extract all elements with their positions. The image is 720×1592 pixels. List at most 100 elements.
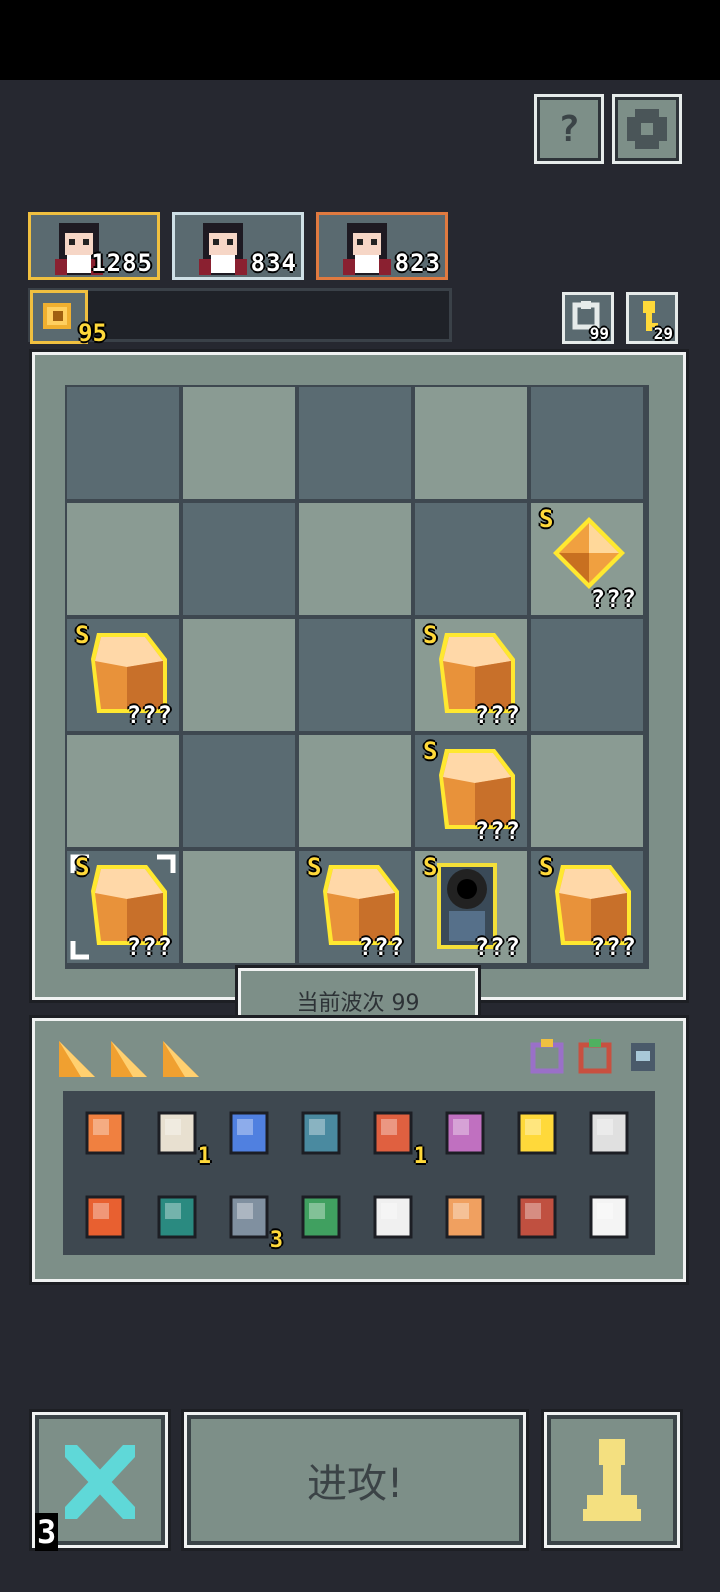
inventory-item[interactable]: 3 [221, 1189, 283, 1253]
inventory-item[interactable] [437, 1189, 493, 1245]
cancel-button[interactable]: 3 [32, 1412, 168, 1551]
coin-slot[interactable]: 95 [30, 290, 107, 347]
board-cell[interactable] [531, 619, 643, 731]
key-slot[interactable]: 29 [626, 292, 678, 344]
hero-face-icon [199, 223, 247, 275]
fox-charm-icon [517, 1111, 557, 1155]
mirror-icon [301, 1111, 341, 1155]
hero-portrait-3[interactable]: 823 [316, 212, 448, 280]
board-cell[interactable] [531, 387, 643, 499]
attack-label: 进攻! [306, 1461, 404, 1507]
dagger-small-icon [589, 1111, 629, 1155]
helmet-icon[interactable] [623, 1037, 663, 1077]
inventory-item[interactable]: 1 [149, 1105, 211, 1169]
table-icon [157, 1195, 197, 1239]
grade-badge: S [307, 853, 322, 881]
board-cell[interactable] [67, 735, 179, 847]
board-cell[interactable] [299, 387, 411, 499]
vase-icon [589, 1195, 629, 1239]
inventory-item[interactable] [293, 1105, 349, 1161]
tab-1-icon[interactable] [55, 1037, 99, 1081]
board-cell[interactable] [299, 619, 411, 731]
tab-3-icon[interactable] [159, 1037, 203, 1081]
tab-2-icon[interactable] [107, 1037, 151, 1081]
grade-badge: S [539, 853, 554, 881]
cancel-count: 3 [35, 1513, 59, 1551]
inventory-item[interactable] [77, 1105, 133, 1161]
board-cell[interactable] [183, 503, 295, 615]
inventory-item[interactable] [581, 1189, 637, 1245]
green-pot-icon [301, 1195, 341, 1239]
potion-bottle-icon [373, 1195, 413, 1239]
board-cell[interactable] [299, 503, 411, 615]
unknown-stat: ??? [590, 933, 637, 961]
wave-label: 当前波次 99 [296, 991, 420, 1016]
reroll-slot[interactable]: 99 [562, 292, 614, 344]
board-cell[interactable] [67, 503, 179, 615]
board-cell[interactable] [183, 387, 295, 499]
hero-power: 1285 [91, 249, 153, 277]
grade-badge: S [423, 853, 438, 881]
scroll-icon [85, 1111, 125, 1155]
attack-button[interactable]: 进攻! [184, 1412, 526, 1548]
unknown-stat: ??? [474, 701, 521, 729]
settings-button[interactable] [612, 94, 682, 164]
pawn-icon [583, 1439, 641, 1521]
gem-piece[interactable]: S??? [67, 851, 179, 963]
gem-piece[interactable]: S??? [531, 851, 643, 963]
pawn-button[interactable] [544, 1412, 680, 1548]
hero-power: 823 [394, 249, 441, 277]
sword-icon [229, 1195, 269, 1239]
inventory-item[interactable] [77, 1189, 133, 1245]
hero-portrait-1[interactable]: 1285 [28, 212, 160, 280]
board-cell[interactable] [183, 851, 295, 963]
inventory-item[interactable] [437, 1105, 493, 1161]
book-icon [445, 1111, 485, 1155]
coin-count: 95 [78, 319, 107, 347]
rabbit-icon [445, 1195, 485, 1239]
board-cell[interactable] [183, 735, 295, 847]
hero-face-icon [343, 223, 391, 275]
hero-portrait-2[interactable]: 834 [172, 212, 304, 280]
reroll-count: 99 [589, 324, 609, 343]
gem-piece[interactable]: S??? [531, 503, 643, 615]
ring-purple-icon[interactable] [527, 1037, 567, 1077]
inventory-item[interactable] [581, 1105, 637, 1161]
hero-piece[interactable]: S??? [415, 851, 527, 963]
inventory-item[interactable] [509, 1105, 565, 1161]
board-cell[interactable] [531, 735, 643, 847]
fox-tail-icon [85, 1195, 125, 1239]
accessory-slots [521, 1029, 671, 1085]
unknown-stat: ??? [126, 701, 173, 729]
gem-piece[interactable]: S??? [67, 619, 179, 731]
board-cell[interactable] [67, 387, 179, 499]
gem-piece[interactable]: S??? [415, 619, 527, 731]
item-count: 3 [269, 1228, 283, 1253]
inventory-item[interactable] [365, 1189, 421, 1245]
grade-badge: S [423, 621, 438, 649]
inventory-item[interactable] [221, 1105, 277, 1161]
help-button[interactable]: ? [534, 94, 604, 164]
inventory-item[interactable]: 1 [365, 1105, 427, 1169]
status-bar [0, 0, 720, 80]
grade-badge: S [539, 505, 554, 533]
board-cell[interactable] [299, 735, 411, 847]
key-count: 29 [653, 324, 673, 343]
board-grid: S??? S??? S??? S??? S??? S??? S??? S??? [65, 385, 649, 969]
inventory-item[interactable] [509, 1189, 565, 1245]
gear-icon [627, 109, 667, 149]
grade-badge: S [75, 853, 90, 881]
board-cell[interactable] [415, 387, 527, 499]
board-cell[interactable] [183, 619, 295, 731]
horn-icon [373, 1111, 413, 1155]
inventory-item[interactable] [149, 1189, 205, 1245]
gem-piece[interactable]: S??? [415, 735, 527, 847]
inventory-item[interactable] [293, 1189, 349, 1245]
eye-amulet-icon [157, 1111, 197, 1155]
gem-piece[interactable]: S??? [299, 851, 411, 963]
item-count: 1 [197, 1144, 211, 1169]
board-cell[interactable] [415, 503, 527, 615]
grade-badge: S [75, 621, 90, 649]
inventory-panel: 1 1 3 [32, 1018, 686, 1282]
ring-red-icon[interactable] [575, 1037, 615, 1077]
